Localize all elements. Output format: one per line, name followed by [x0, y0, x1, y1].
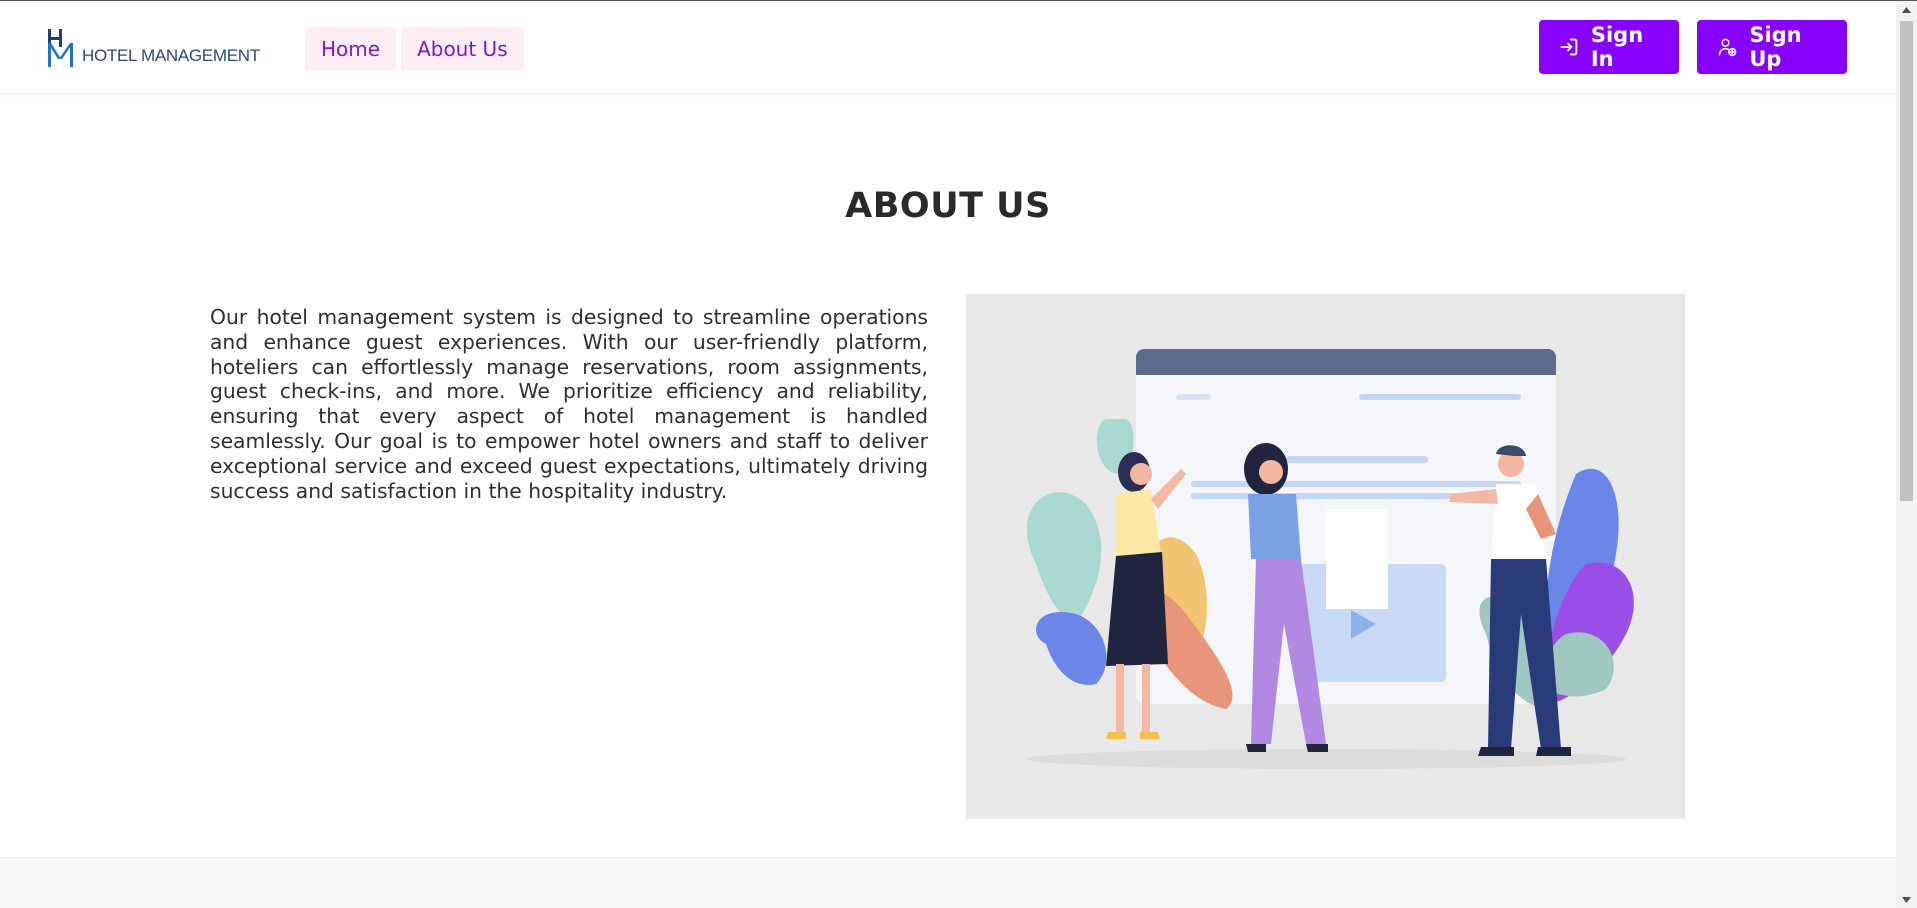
user-add-icon [1718, 38, 1737, 57]
nav-home[interactable]: Home [305, 27, 397, 71]
sign-up-button[interactable]: Sign Up [1697, 20, 1847, 74]
top-navbar: HOTEL MANAGEMENT Home About Us Sign In S… [0, 1, 1896, 93]
sign-up-label: Sign Up [1749, 23, 1802, 71]
brand-name: HOTEL MANAGEMENT [82, 46, 260, 65]
page-scrollbar[interactable] [1896, 1, 1917, 908]
login-icon [1560, 38, 1578, 56]
sign-in-label: Sign In [1590, 23, 1644, 71]
scrollbar-thumb[interactable] [1900, 21, 1913, 501]
scroll-down-arrow-icon[interactable] [1896, 891, 1917, 908]
brand-logo[interactable]: HOTEL MANAGEMENT [46, 27, 260, 67]
about-description: Our hotel management system is designed … [210, 305, 928, 503]
illustration-image [1026, 349, 1634, 769]
sign-in-button[interactable]: Sign In [1539, 20, 1679, 74]
scroll-up-arrow-icon[interactable] [1896, 1, 1917, 18]
page-title: ABOUT US [845, 186, 1051, 226]
main-nav: Home About Us [305, 27, 524, 71]
hm-logo-icon [48, 29, 73, 67]
nav-about-us[interactable]: About Us [401, 27, 524, 71]
footer-section [0, 858, 1896, 908]
team-illustration [966, 294, 1685, 819]
